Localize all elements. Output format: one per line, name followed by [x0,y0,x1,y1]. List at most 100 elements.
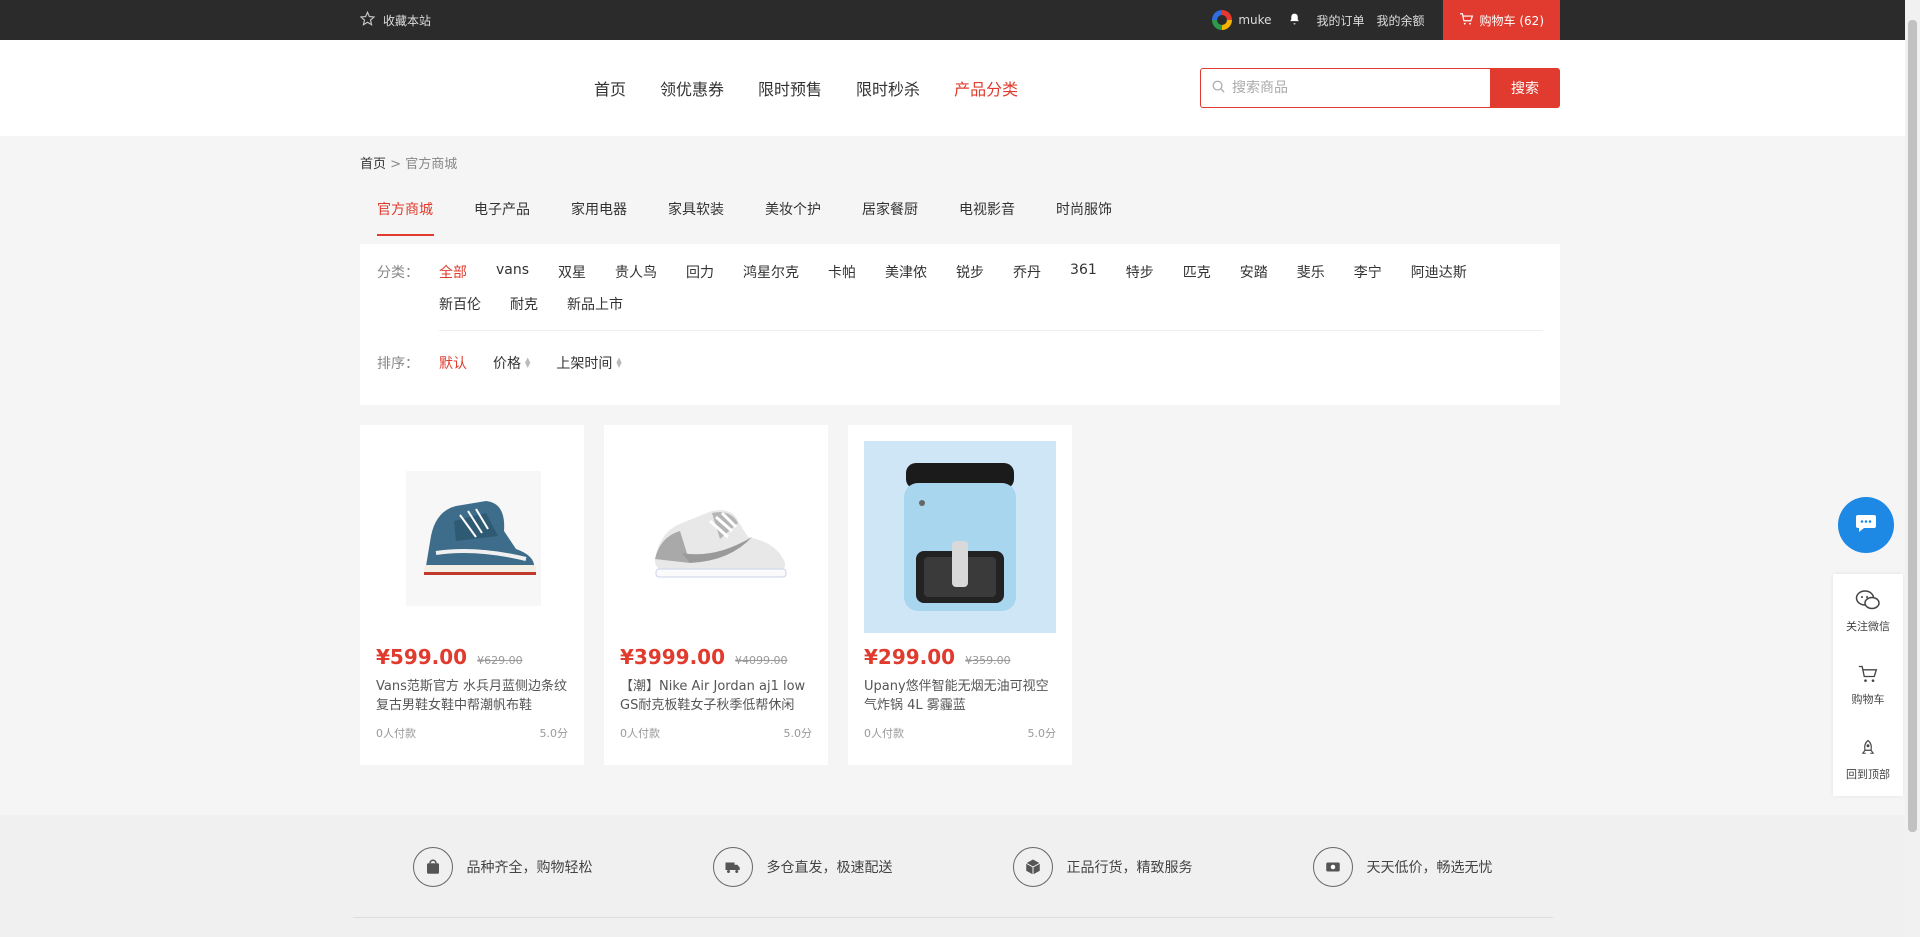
tab-tv-audio[interactable]: 电视影音 [935,199,1032,236]
search-bar: 搜索 [1200,68,1560,108]
brand-option[interactable]: 乔丹 [1013,262,1041,282]
product-sales: 0人付款 [620,727,660,740]
side-wechat-label: 关注微信 [1846,619,1890,633]
brand-option[interactable]: 匹克 [1183,262,1211,282]
side-toolbar: 关注微信 购物车 回到顶部 [1833,574,1903,796]
product-rating: 5.0分 [539,727,569,740]
brand-option[interactable]: 锐步 [956,262,984,282]
tab-appliances[interactable]: 家用电器 [547,199,644,236]
brand-option[interactable]: 安踏 [1240,262,1268,282]
star-icon [359,10,376,29]
favorite-label: 收藏本站 [383,13,432,28]
brand-option[interactable]: 贵人鸟 [615,262,657,282]
product-card[interactable]: ¥299.00 ¥359.00 Upany悠伴智能无烟无油可视空气炸锅 4L 雾… [848,425,1072,765]
cart-button[interactable]: 购物车 (62) [1442,0,1560,40]
search-input[interactable] [1232,80,1472,96]
product-image[interactable] [620,441,812,633]
tab-beauty[interactable]: 美妆个护 [741,199,838,236]
nav-categories[interactable]: 产品分类 [954,76,1018,100]
topbar: 收藏本站 muke 我的订单 我的余额 购物车 (62) [0,0,1920,40]
user-menu[interactable]: muke [1212,10,1272,30]
nav-home[interactable]: 首页 [594,76,626,100]
chat-button[interactable] [1838,497,1894,553]
brand-option[interactable]: 特步 [1126,262,1154,282]
nav-coupons[interactable]: 领优惠券 [660,76,724,100]
brand-option[interactable]: 李宁 [1354,262,1382,282]
brand-option[interactable]: 阿迪达斯 [1411,262,1467,282]
category-tabs: 官方商城 电子产品 家用电器 家具软装 美妆个护 居家餐厨 电视影音 时尚服饰 [360,181,1560,236]
footer-feature-label: 天天低价，畅选无忧 [1366,860,1493,876]
footer-feature-label: 品种齐全，购物轻松 [466,860,593,876]
product-image[interactable] [864,441,1056,633]
product-card[interactable]: ¥599.00 ¥629.00 Vans范斯官方 水兵月蓝侧边条纹复古男鞋女鞋中… [360,425,584,765]
product-original-price: ¥359.00 [965,654,1011,667]
brand-option[interactable]: 回力 [686,262,714,282]
product-image[interactable] [376,441,568,633]
brand-option[interactable]: vans [496,262,529,282]
sort-default[interactable]: 默认 [439,353,467,373]
footer-feature: 天天低价，畅选无忧 [1312,847,1493,887]
side-cart[interactable]: 购物车 [1833,648,1903,722]
tab-fashion[interactable]: 时尚服饰 [1032,199,1129,236]
brand-option[interactable]: 鸿星尔克 [743,262,799,282]
footer-feature-label: 多仓直发，极速配送 [766,860,893,876]
sort-price[interactable]: 价格 ▲ ▼ [493,353,530,373]
footer: 品种齐全，购物轻松 多仓直发，极速配送 正品行货，精致服务 天天低价，畅选无忧 [0,815,1905,937]
search-icon [1211,79,1226,98]
scrollbar[interactable] [1905,0,1920,937]
sort-listing-time[interactable]: 上架时间 ▲ ▼ [556,353,621,373]
product-title[interactable]: Upany悠伴智能无烟无油可视空气炸锅 4L 雾霾蓝 [864,677,1056,715]
my-orders-link[interactable]: 我的订单 [1317,12,1365,29]
nav-flash-sale[interactable]: 限时秒杀 [856,76,920,100]
sort-price-label: 价格 [493,356,521,372]
product-original-price: ¥629.00 [477,654,523,667]
brand-option[interactable]: 美津侬 [885,262,927,282]
side-back-to-top[interactable]: 回到顶部 [1833,722,1903,796]
my-balance-link[interactable]: 我的余额 [1377,12,1425,29]
brand-option[interactable]: 新品上市 [567,294,623,314]
product-grid: ¥599.00 ¥629.00 Vans范斯官方 水兵月蓝侧边条纹复古男鞋女鞋中… [360,425,1560,765]
product-rating: 5.0分 [783,727,813,740]
brand-filter-row: 分类： 全部 vans 双星 贵人鸟 回力 鸿星尔克 卡帕 美津侬 锐步 乔丹 … [377,262,1543,314]
side-wechat[interactable]: 关注微信 [1833,574,1903,648]
truck-icon [712,847,753,887]
sort-default-label: 默认 [439,356,467,372]
favorite-link[interactable]: 收藏本站 [359,10,432,29]
cart-icon [1857,664,1879,687]
product-card[interactable]: ¥3999.00 ¥4099.00 【潮】Nike Air Jordan aj1… [604,425,828,765]
footer-feature: 多仓直发，极速配送 [712,847,893,887]
notification-button[interactable] [1288,12,1301,29]
filter-label: 分类： [377,265,419,281]
brand-option[interactable]: 耐克 [510,294,538,314]
scrollbar-thumb[interactable] [1908,20,1917,832]
brand-options: 全部 vans 双星 贵人鸟 回力 鸿星尔克 卡帕 美津侬 锐步 乔丹 361 … [439,262,1539,314]
filter-panel: 分类： 全部 vans 双星 贵人鸟 回力 鸿星尔克 卡帕 美津侬 锐步 乔丹 … [360,244,1560,405]
sort-label: 排序： [377,356,419,372]
brand-option[interactable]: 双星 [558,262,586,282]
tab-official-mall[interactable]: 官方商城 [360,199,450,236]
cart-icon [1459,12,1474,29]
tab-electronics[interactable]: 电子产品 [450,199,547,236]
chat-bubble-icon [1853,511,1879,539]
nav-presale[interactable]: 限时预售 [758,76,822,100]
breadcrumb-current: 官方商城 [405,157,458,172]
product-sales: 0人付款 [376,727,416,740]
product-sales: 0人付款 [864,727,904,740]
footer-feature-label: 正品行货，精致服务 [1066,860,1193,876]
brand-option[interactable]: 全部 [439,262,467,282]
brand-option[interactable]: 新百伦 [439,294,481,314]
brand-option[interactable]: 卡帕 [828,262,856,282]
brand-option[interactable]: 361 [1070,262,1097,282]
product-title[interactable]: 【潮】Nike Air Jordan aj1 low GS耐克板鞋女子秋季低帮休… [620,677,812,715]
product-price: ¥3999.00 [620,645,726,669]
breadcrumb-home[interactable]: 首页 [360,157,386,172]
breadcrumb-separator: > [390,157,402,172]
search-button[interactable]: 搜索 [1490,68,1560,108]
brand-option[interactable]: 斐乐 [1297,262,1325,282]
side-cart-label: 购物车 [1851,692,1885,706]
product-title[interactable]: Vans范斯官方 水兵月蓝侧边条纹复古男鞋女鞋中帮潮帆布鞋 [376,677,568,715]
tab-furniture[interactable]: 家具软装 [644,199,741,236]
box-icon [1012,847,1053,887]
breadcrumb: 首页 > 官方商城 [360,136,1560,181]
tab-kitchen[interactable]: 居家餐厨 [838,199,935,236]
